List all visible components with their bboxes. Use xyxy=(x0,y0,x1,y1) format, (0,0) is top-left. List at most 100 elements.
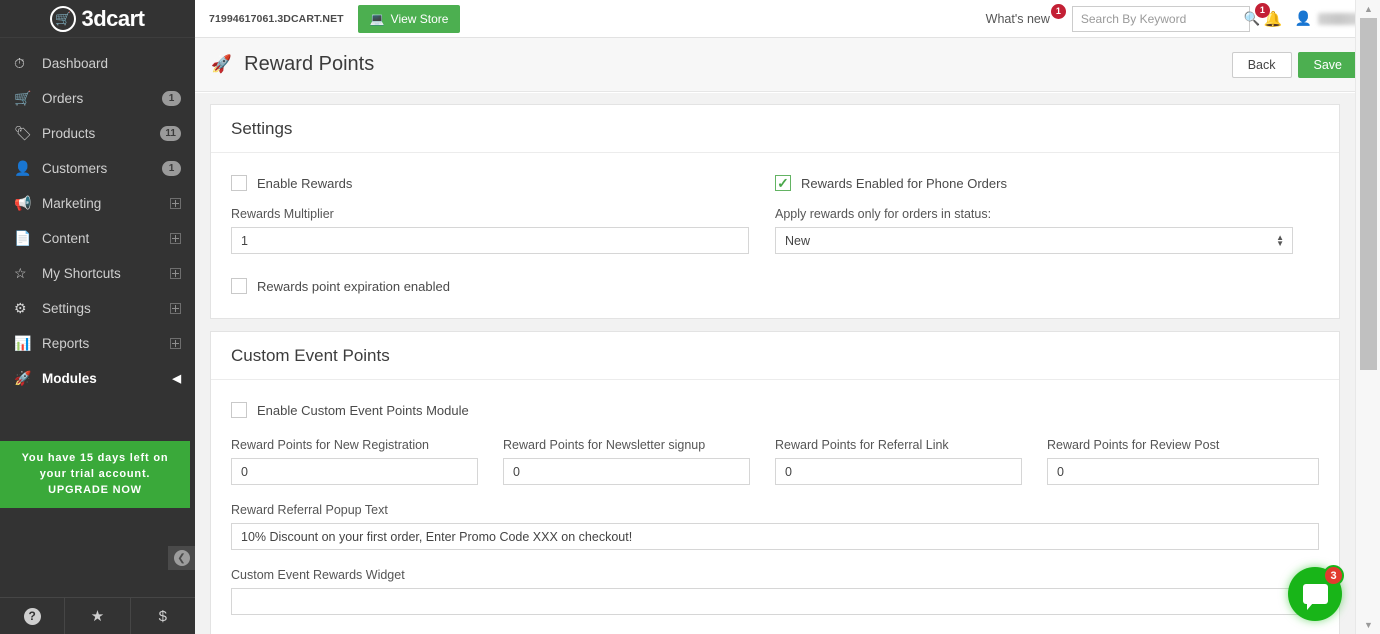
sidebar-item-modules[interactable]: 🚀 Modules ◀ xyxy=(0,361,195,396)
sidebar-item-label: Orders xyxy=(42,91,84,106)
star-icon[interactable]: ★ xyxy=(65,598,131,634)
custom-event-panel-header: Custom Event Points xyxy=(211,332,1339,380)
notifications-bell[interactable]: 1 🔔 xyxy=(1254,2,1283,28)
help-circle-icon[interactable]: ? xyxy=(0,598,66,634)
field-label: Reward Points for Newsletter signup xyxy=(503,438,706,452)
rewards-multiplier-input[interactable] xyxy=(231,227,749,254)
scrollbar-thumb[interactable] xyxy=(1360,18,1377,370)
store-url-label: 71994617061.3DCART.NET xyxy=(209,12,344,25)
back-button[interactable]: Back xyxy=(1231,51,1292,78)
sidebar-item-label: Customers xyxy=(42,161,108,176)
sidebar-item-products[interactable]: 🏷 Products 11 xyxy=(0,116,195,151)
expand-icon[interactable] xyxy=(170,198,181,209)
search-input[interactable] xyxy=(1072,11,1244,26)
expand-icon[interactable] xyxy=(170,338,181,349)
question-mark-glyph: ? xyxy=(23,607,41,625)
dollar-icon[interactable]: $ xyxy=(131,598,195,634)
speedometer-icon: ⏱ xyxy=(14,55,25,71)
chat-widget-button[interactable]: 3 xyxy=(1288,565,1344,621)
chevron-left-icon[interactable]: ◀ xyxy=(173,372,181,385)
scroll-down-icon[interactable]: ▼ xyxy=(1356,616,1380,634)
megaphone-icon: 📢 xyxy=(14,195,32,211)
sidebar-item-settings[interactable]: ⚙ Settings xyxy=(0,291,195,326)
user-name-redacted xyxy=(1318,12,1360,25)
phone-orders-row[interactable]: ✓ Rewards Enabled for Phone Orders xyxy=(775,173,1293,193)
sidebar-footer: ? ★ $ xyxy=(0,597,195,634)
page-header: 🚀 Reward Points Back Save xyxy=(195,38,1380,92)
custom-event-heading: Custom Event Points xyxy=(231,346,390,365)
referral-link-points-input[interactable] xyxy=(775,458,1022,485)
sidebar-item-label: My Shortcuts xyxy=(42,266,121,281)
rocket-icon: 🚀 xyxy=(14,370,32,386)
sidebar-badge-orders: 1 xyxy=(162,91,181,106)
brand-logo[interactable]: 🛒 3dcart xyxy=(0,0,195,38)
scroll-up-icon[interactable]: ▲ xyxy=(1356,0,1380,18)
rewards-multiplier-label: Rewards Multiplier xyxy=(231,207,334,221)
phone-orders-label: Rewards Enabled for Phone Orders xyxy=(801,175,1007,191)
main-area: 71994617061.3DCART.NET 💻 View Store What… xyxy=(195,0,1380,634)
top-bar-right: What's new 1 🔍 1 🔔 👤 xyxy=(986,2,1360,32)
sidebar-item-label: Reports xyxy=(42,336,90,351)
popup-text-field: Reward Referral Popup Text xyxy=(231,503,1319,550)
vertical-scrollbar[interactable]: ▲ ▼ xyxy=(1355,0,1380,634)
sidebar-item-my-shortcuts[interactable]: ☆ My Shortcuts xyxy=(0,256,195,291)
arrow-left-circle-icon: ❮ xyxy=(173,550,190,566)
phone-orders-checkbox[interactable]: ✓ xyxy=(775,175,791,191)
shopping-cart-icon: 🛒 xyxy=(14,90,32,106)
content-scroll-area: Settings Enable Rewards Rewards Multipli… xyxy=(195,93,1355,634)
whats-new-link[interactable]: What's new 1 xyxy=(986,3,1066,26)
sidebar-item-content[interactable]: 📄 Content xyxy=(0,221,195,256)
search-box[interactable]: 🔍 xyxy=(1071,5,1260,32)
sidebar-item-reports[interactable]: 📊 Reports xyxy=(0,326,195,361)
newsletter-signup-points-input[interactable] xyxy=(503,458,750,485)
enable-custom-event-row[interactable]: Enable Custom Event Points Module xyxy=(231,400,1319,420)
user-menu[interactable]: 👤 xyxy=(1295,10,1360,27)
expand-icon[interactable] xyxy=(170,303,181,314)
enable-rewards-label: Enable Rewards xyxy=(257,175,353,191)
sidebar-collapse-button[interactable]: ❮ xyxy=(168,546,195,570)
save-button[interactable]: Save xyxy=(1297,51,1358,78)
enable-custom-event-label: Enable Custom Event Points Module xyxy=(257,402,469,418)
page-title: Reward Points xyxy=(244,53,375,75)
sidebar-item-label: Products xyxy=(42,126,96,141)
trial-notice-banner[interactable]: You have 15 days left on your trial acco… xyxy=(0,441,190,508)
widget-input[interactable] xyxy=(231,588,1319,615)
points-field-new-registration: Reward Points for New Registration xyxy=(231,438,503,485)
field-label: Reward Points for Review Post xyxy=(1047,438,1220,452)
widget-label: Custom Event Rewards Widget xyxy=(231,568,405,582)
sidebar-badge-customers: 1 xyxy=(162,161,181,176)
sidebar-item-dashboard[interactable]: ⏱ Dashboard xyxy=(0,46,195,81)
enable-rewards-row[interactable]: Enable Rewards xyxy=(231,173,749,193)
tags-icon: 🏷 xyxy=(14,125,32,141)
settings-heading: Settings xyxy=(231,119,293,138)
enable-custom-event-checkbox[interactable] xyxy=(231,402,247,418)
notification-badge: 1 xyxy=(1254,2,1270,18)
rocket-icon: 🚀 xyxy=(210,54,233,74)
sidebar-item-customers[interactable]: 👤 Customers 1 xyxy=(0,151,195,186)
custom-event-panel-body: Enable Custom Event Points Module Reward… xyxy=(211,380,1339,634)
enable-rewards-checkbox[interactable] xyxy=(231,175,247,191)
settings-panel-body: Enable Rewards Rewards Multiplier ✓ Rewa… xyxy=(211,153,1339,318)
review-post-points-input[interactable] xyxy=(1047,458,1319,485)
expand-icon[interactable] xyxy=(170,268,181,279)
popup-text-input[interactable] xyxy=(231,523,1319,550)
sidebar-item-label: Marketing xyxy=(42,196,102,211)
view-store-button[interactable]: 💻 View Store xyxy=(357,4,461,33)
field-label: Reward Points for Referral Link xyxy=(775,438,949,452)
sidebar-nav: ⏱ Dashboard 🛒 Orders 1 🏷 Products 11 👤 C… xyxy=(0,38,195,396)
monitor-icon: 💻 xyxy=(369,11,385,26)
order-status-select[interactable] xyxy=(775,227,1293,254)
shopping-cart-icon: 🛒 xyxy=(50,5,77,32)
sidebar-item-orders[interactable]: 🛒 Orders 1 xyxy=(0,81,195,116)
new-registration-points-input[interactable] xyxy=(231,458,478,485)
field-label: Reward Points for New Registration xyxy=(231,438,429,452)
sidebar-item-marketing[interactable]: 📢 Marketing xyxy=(0,186,195,221)
sidebar-badge-products: 11 xyxy=(160,126,181,141)
sidebar-item-label: Settings xyxy=(42,301,91,316)
expiration-checkbox[interactable] xyxy=(231,278,247,294)
top-bar: 71994617061.3DCART.NET 💻 View Store What… xyxy=(195,0,1380,38)
custom-event-points-panel: Custom Event Points Enable Custom Event … xyxy=(210,331,1340,634)
expiration-row[interactable]: Rewards point expiration enabled xyxy=(231,276,1319,296)
expand-icon[interactable] xyxy=(170,233,181,244)
gears-icon: ⚙ xyxy=(14,300,27,316)
